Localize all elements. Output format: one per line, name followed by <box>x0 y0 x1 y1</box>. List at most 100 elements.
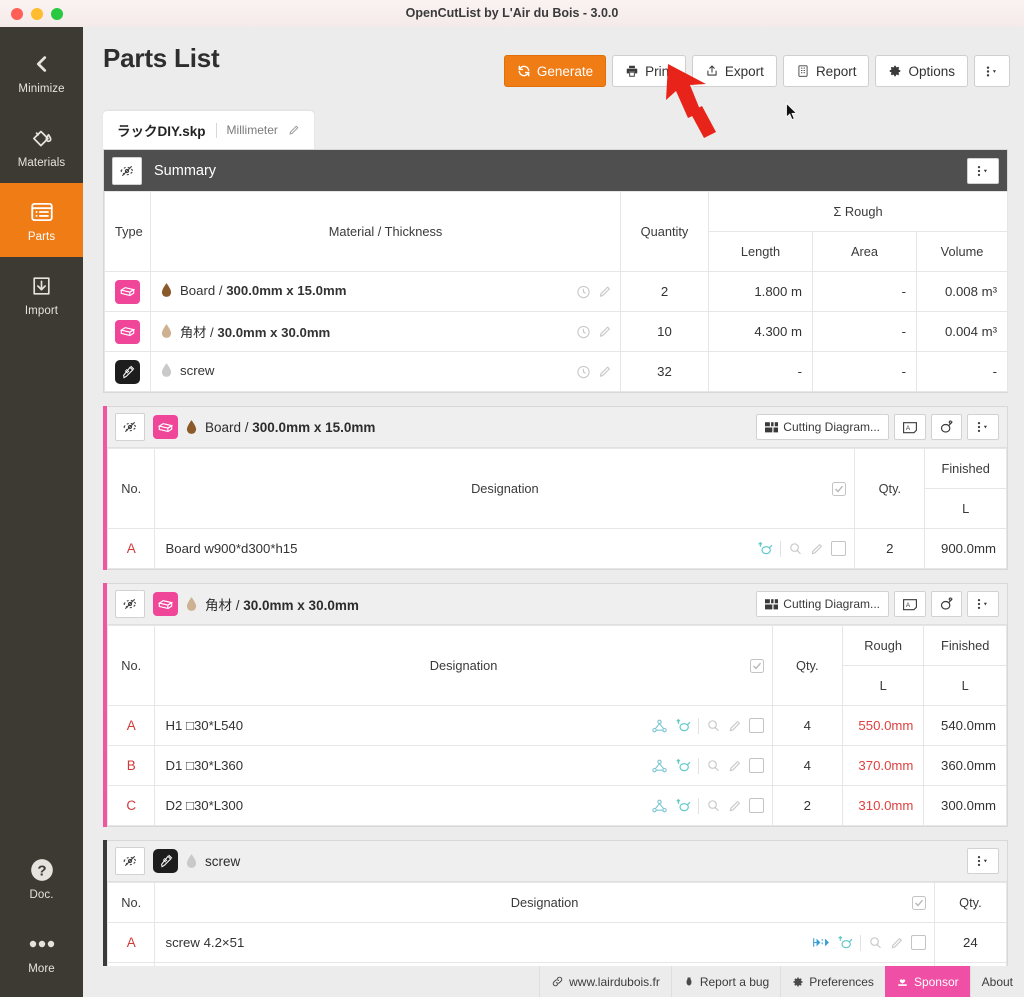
group-menu-button[interactable] <box>967 848 999 874</box>
clock-icon[interactable] <box>576 324 591 339</box>
footer-bar: www.lairdubois.fr Report a bug Preferenc… <box>83 966 1024 997</box>
table-row[interactable]: B D1 □30*L360 4 370.0mm 360.0mm <box>106 745 1007 786</box>
magic-button[interactable] <box>931 591 962 617</box>
clock-icon[interactable] <box>576 364 591 379</box>
footer-report-bug[interactable]: Report a bug <box>670 966 780 997</box>
pencil-icon[interactable] <box>810 542 824 556</box>
kebab-caret-icon <box>977 599 987 609</box>
footer-sponsor[interactable]: Sponsor <box>884 966 970 997</box>
group-menu-button[interactable] <box>967 591 999 617</box>
toolbar-more-button[interactable] <box>974 55 1010 87</box>
magnifier-icon[interactable] <box>868 935 883 950</box>
magic-button[interactable] <box>931 414 962 440</box>
magnifier-icon[interactable] <box>706 758 721 773</box>
select-all-checkbox[interactable] <box>749 658 764 673</box>
node-icon[interactable] <box>651 799 667 813</box>
row-no: C <box>106 785 156 826</box>
table-row[interactable]: A screw 4.2×51 24 <box>106 922 1008 963</box>
group-visibility-toggle[interactable] <box>115 413 145 441</box>
axis-up-icon[interactable] <box>674 718 691 733</box>
row-material-spec: 300.0mm x 15.0mm <box>226 282 347 298</box>
row-checkbox[interactable] <box>748 758 764 773</box>
summary-header-row-1: Type Material / Thickness Quantity Σ Rou… <box>104 191 1009 272</box>
board-icon <box>153 592 178 616</box>
table-row[interactable]: A Board w900*d300*h15 2 900.0mm <box>106 528 1007 569</box>
magic-icon <box>940 597 953 610</box>
row-volume: 0.004 m³ <box>915 311 1009 352</box>
pencil-icon[interactable] <box>728 759 742 773</box>
options-button[interactable]: Options <box>875 55 968 87</box>
th-area: Area <box>812 231 917 272</box>
pencil-icon[interactable] <box>288 124 300 136</box>
row-rough-l: 370.0mm <box>841 745 925 786</box>
row-material: screw <box>150 351 621 392</box>
group-name: 角材 / <box>205 598 244 613</box>
cutting-diagram-button[interactable]: Cutting Diagram... <box>756 414 889 440</box>
footer-website-link[interactable]: www.lairdubois.fr <box>539 966 671 997</box>
axis-up-icon[interactable] <box>836 935 853 950</box>
group-visibility-toggle[interactable] <box>115 847 145 875</box>
row-checkbox[interactable] <box>748 798 764 813</box>
sidebar-item-more[interactable]: More <box>0 915 83 989</box>
pencil-icon[interactable] <box>598 285 612 299</box>
summary-visibility-toggle[interactable] <box>112 156 142 185</box>
page-title: Parts List <box>103 43 220 73</box>
pencil-icon[interactable] <box>890 936 904 950</box>
tab-separator <box>215 122 217 138</box>
cutting-diagram-button[interactable]: Cutting Diagram... <box>756 591 889 617</box>
row-material-name: Board / <box>180 282 227 298</box>
magnifier-icon[interactable] <box>788 541 803 556</box>
row-checkbox[interactable] <box>748 718 764 733</box>
th-type: Type <box>104 191 151 272</box>
table-row[interactable]: C D2 □30*L300 2 310.0mm 300.0mm <box>106 785 1007 826</box>
magnifier-icon[interactable] <box>706 798 721 813</box>
sidebar-item-parts[interactable]: Parts <box>0 183 83 257</box>
magnifier-icon[interactable] <box>706 718 721 733</box>
sidebar-item-materials[interactable]: Materials <box>0 109 83 183</box>
labels-button[interactable]: A <box>894 414 926 440</box>
group-menu-button[interactable] <box>967 414 999 440</box>
clock-icon[interactable] <box>576 284 591 299</box>
footer-preferences[interactable]: Preferences <box>780 966 885 997</box>
node-icon[interactable] <box>651 719 667 733</box>
flip-icon[interactable] <box>812 936 829 949</box>
select-all-checkbox[interactable] <box>832 481 847 496</box>
row-material: 角材 / 30.0mm x 30.0mm <box>150 311 621 352</box>
pencil-icon[interactable] <box>598 325 612 339</box>
group-visibility-toggle[interactable] <box>115 590 145 618</box>
row-no: A <box>106 922 156 963</box>
sidebar-item-minimize[interactable]: Minimize <box>0 35 83 109</box>
kebab-caret-icon <box>977 165 987 176</box>
table-row[interactable]: screw 32 - - - <box>104 351 1009 392</box>
axis-up-icon[interactable] <box>756 541 773 556</box>
axis-up-icon[interactable] <box>674 758 691 773</box>
row-checkbox[interactable] <box>831 541 847 556</box>
th-rough: Rough <box>841 625 925 666</box>
export-label: Export <box>724 63 764 79</box>
table-row[interactable]: Board / 300.0mm x 15.0mm 2 1.800 m - 0.0 <box>104 271 1009 312</box>
sidebar-item-doc[interactable]: ? Doc. <box>0 841 83 915</box>
labels-button[interactable]: A <box>894 591 926 617</box>
tab-active-file[interactable]: ラックDIY.skp Millimeter <box>103 111 314 149</box>
footer-about[interactable]: About <box>969 966 1024 997</box>
sidebar-item-label: Parts <box>27 231 56 243</box>
report-button[interactable]: Report <box>782 55 870 87</box>
generate-button[interactable]: Generate <box>503 55 607 87</box>
table-row[interactable]: 角材 / 30.0mm x 30.0mm 10 4.300 m - 0.004 <box>104 311 1009 352</box>
pencil-icon[interactable] <box>598 365 612 379</box>
pencil-icon[interactable] <box>728 799 742 813</box>
axis-up-icon[interactable] <box>674 798 691 813</box>
label-icon: A <box>903 421 917 433</box>
table-row[interactable]: A H1 □30*L540 4 550.0mm 540.0mm <box>106 705 1007 746</box>
eye-off-icon <box>123 421 137 433</box>
node-icon[interactable] <box>651 759 667 773</box>
options-label: Options <box>908 63 955 79</box>
pencil-icon[interactable] <box>728 719 742 733</box>
group-kakuzai: 角材 / 30.0mm x 30.0mm Cutting Diagram... … <box>103 583 1008 827</box>
board-icon <box>115 279 140 304</box>
row-checkbox[interactable] <box>910 935 926 950</box>
select-all-checkbox[interactable] <box>911 895 926 910</box>
sidebar-item-import[interactable]: Import <box>0 257 83 331</box>
summary-menu-button[interactable] <box>967 157 999 184</box>
row-qty: 24 <box>933 922 1008 963</box>
